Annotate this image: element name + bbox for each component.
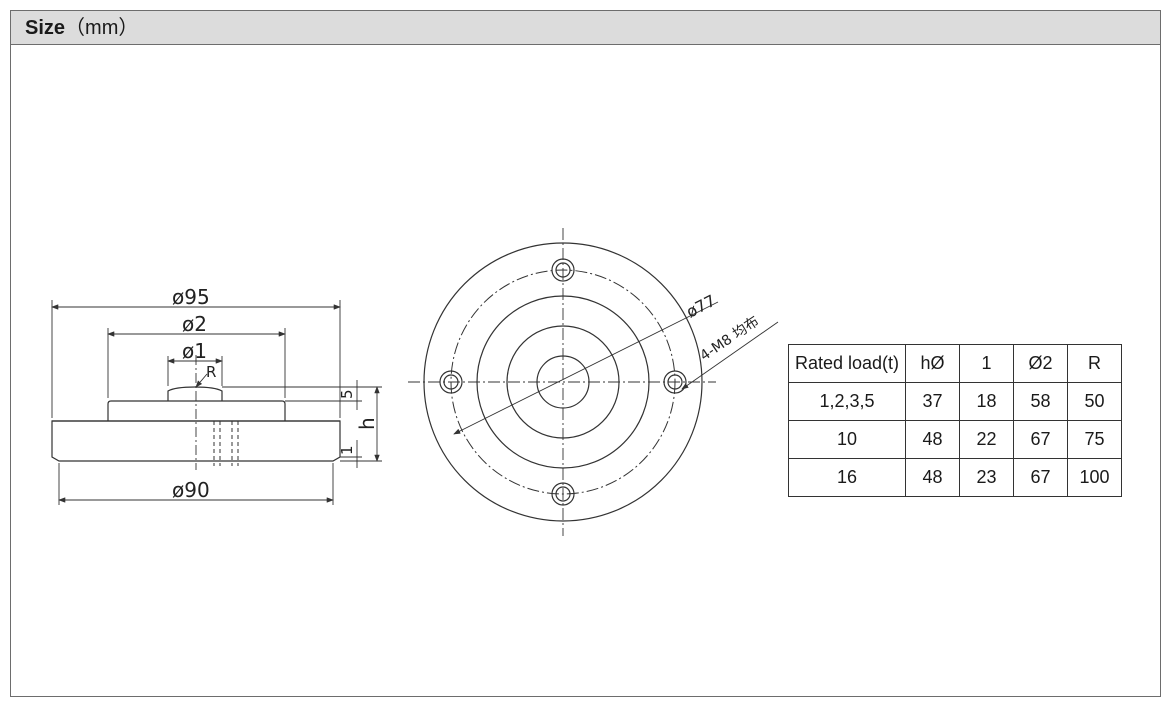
- side-view: [51, 300, 382, 505]
- label-r: R: [206, 363, 216, 381]
- label-5: 5: [338, 389, 356, 399]
- boss-outline: [167, 386, 223, 401]
- table-cell: 37: [905, 382, 960, 421]
- header-rated-load: Rated load(t): [788, 344, 906, 383]
- table-cell: 58: [1013, 382, 1068, 421]
- table-cell: 10: [788, 420, 906, 459]
- pcd-leader: [453, 301, 719, 435]
- label-d2: ø2: [182, 312, 207, 336]
- table-cell: 100: [1067, 458, 1122, 497]
- table-cell: 50: [1067, 382, 1122, 421]
- table-cell: 23: [959, 458, 1014, 497]
- table-cell: 48: [905, 458, 960, 497]
- table-row: 10 48 22 67 75: [788, 420, 1122, 459]
- header-1: 1: [959, 344, 1014, 383]
- header-r: R: [1067, 344, 1122, 383]
- label-outer-diameter: ø95: [172, 285, 210, 309]
- table-row: 1,2,3,5 37 18 58 50: [788, 382, 1122, 421]
- label-d1: ø1: [182, 339, 207, 363]
- label-pcd: ø77: [683, 291, 718, 322]
- table-cell: 67: [1013, 458, 1068, 497]
- table-cell: 16: [788, 458, 906, 497]
- table-cell: 1,2,3,5: [788, 382, 906, 421]
- table-cell: 18: [959, 382, 1014, 421]
- table-cell: 22: [959, 420, 1014, 459]
- table-cell: 48: [905, 420, 960, 459]
- label-holes: 4-M8 均布: [697, 313, 762, 364]
- spec-table: Rated load(t) hØ 1 Ø2 R 1,2,3,5 37 18 58…: [788, 344, 1122, 497]
- table-cell: 75: [1067, 420, 1122, 459]
- header-h: hØ: [905, 344, 960, 383]
- table-row: 16 48 23 67 100: [788, 458, 1122, 497]
- label-bottom-diameter: ø90: [172, 478, 210, 502]
- label-1: 1: [338, 445, 356, 455]
- table-header-row: Rated load(t) hØ 1 Ø2 R: [788, 344, 1122, 383]
- shoulder-outline: [107, 400, 286, 421]
- top-view: [408, 228, 779, 536]
- label-h: h: [355, 417, 379, 430]
- table-cell: 67: [1013, 420, 1068, 459]
- header-d2: Ø2: [1013, 344, 1068, 383]
